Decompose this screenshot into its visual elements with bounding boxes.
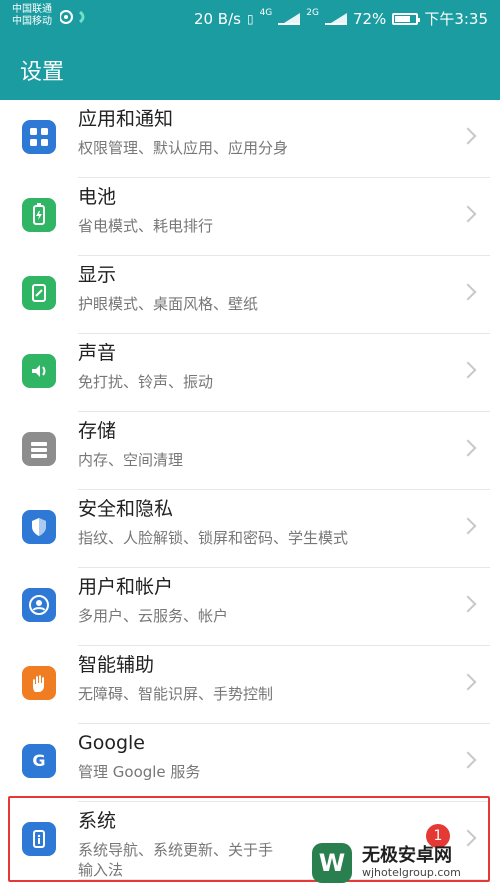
settings-item[interactable]: 用户和帐户多用户、云服务、帐户: [0, 568, 500, 646]
settings-item[interactable]: 显示护眼模式、桌面风格、壁纸: [0, 256, 500, 334]
watermark-title: 无极安卓网: [362, 845, 452, 866]
settings-item[interactable]: 安全和隐私指纹、人脸解锁、锁屏和密码、学生模式: [0, 490, 500, 568]
chevron-right-icon: [459, 595, 477, 613]
settings-item-title: 声音: [78, 342, 117, 364]
signal-2-icon: [324, 12, 347, 25]
page-title: 设置: [20, 60, 65, 85]
watermark: W 无极安卓网 wjhotelgroup.com: [312, 840, 496, 886]
battery-percent: 72%: [352, 9, 387, 28]
settings-item-title: 应用和通知: [78, 108, 174, 130]
chevron-right-icon: [459, 283, 477, 301]
google-icon: G: [22, 744, 56, 778]
settings-item-title: 显示: [78, 264, 117, 286]
settings-item[interactable]: 电池省电模式、耗电排行: [0, 178, 500, 256]
settings-item-texts: 显示护眼模式、桌面风格、壁纸: [78, 262, 438, 314]
settings-item[interactable]: 应用和通知权限管理、默认应用、应用分身: [0, 100, 500, 178]
status-right: 20 B/s ▯ 4G 2G 72% 下午3:35: [194, 8, 488, 29]
settings-item-texts: 安全和隐私指纹、人脸解锁、锁屏和密码、学生模式: [78, 496, 438, 548]
settings-item-subtitle: 无障碍、智能识屏、手势控制: [78, 685, 274, 703]
battery-fill: [395, 15, 410, 22]
settings-item[interactable]: 存储 内存、空间清理: [0, 412, 500, 490]
settings-item-texts: Google 管理 Google 服务: [78, 730, 438, 782]
settings-item-subtitle: 免打扰、铃声、振动: [78, 373, 214, 391]
settings-item-title: Google: [78, 732, 146, 754]
settings-item[interactable]: 声音免打扰、铃声、振动: [0, 334, 500, 412]
settings-item-texts: 声音免打扰、铃声、振动: [78, 340, 438, 392]
settings-item-title: 存储: [78, 420, 117, 442]
clock: 下午3:35: [424, 10, 488, 28]
settings-item-texts: 存储 内存、空间清理: [78, 418, 438, 470]
settings-item-subtitle: 多用户、云服务、帐户: [78, 607, 229, 625]
user-icon: [22, 588, 56, 622]
chevron-right-icon: [459, 751, 477, 769]
chevron-right-icon: [459, 127, 477, 145]
settings-item-subtitle: 省电模式、耗电排行: [78, 217, 214, 235]
shield-icon: [22, 510, 56, 544]
settings-item-title: 电池: [78, 186, 117, 208]
settings-item-texts: 智能辅助无障碍、智能识屏、手势控制: [78, 652, 438, 704]
top-app-bar: 中国联通 中国移动 20 B/s ▯ 4G 2G 72% 下午3:35 设置: [0, 0, 500, 100]
battery-icon: [392, 12, 421, 25]
signal-2-label: 2G: [306, 7, 319, 18]
settings-item[interactable]: 智能辅助无障碍、智能识屏、手势控制: [0, 646, 500, 724]
settings-item-texts: 用户和帐户多用户、云服务、帐户: [78, 574, 438, 626]
settings-item-subtitle: 内存、空间清理: [78, 451, 184, 469]
carrier-1: 中国联通: [12, 4, 52, 15]
hand-icon: [22, 666, 56, 700]
settings-item-subtitle: 护眼模式、桌面风格、壁纸: [78, 295, 259, 313]
chevron-right-icon: [459, 361, 477, 379]
status-icons: [60, 10, 85, 24]
settings-list: 应用和通知权限管理、默认应用、应用分身电池省电模式、耗电排行显示护眼模式、桌面风…: [0, 100, 500, 880]
battery-icon: [22, 198, 56, 232]
status-bar: 中国联通 中国移动 20 B/s ▯ 4G 2G 72% 下午3:35: [0, 0, 500, 36]
chevron-right-icon: [459, 205, 477, 223]
carrier-info: 中国联通 中国移动: [12, 4, 52, 28]
svg-text:G: G: [32, 751, 45, 770]
watermark-text: 无极安卓网 wjhotelgroup.com: [362, 846, 461, 880]
watermark-logo: W: [312, 843, 352, 883]
vibrate-icon: ▯: [246, 11, 254, 26]
display-icon: [22, 276, 56, 310]
sound-icon: [22, 354, 56, 388]
chevron-right-icon: [459, 439, 477, 457]
watermark-url: wjhotelgroup.com: [362, 866, 461, 879]
settings-item-subtitle: 权限管理、默认应用、应用分身: [78, 139, 289, 157]
settings-item[interactable]: G Google 管理 Google 服务: [0, 724, 500, 802]
settings-item-title: 安全和隐私: [78, 498, 174, 520]
settings-item-title: 用户和帐户: [78, 576, 174, 598]
settings-item-subtitle: 指纹、人脸解锁、锁屏和密码、学生模式: [78, 529, 349, 547]
chevron-right-icon: [459, 517, 477, 535]
apps-grid-icon: [22, 120, 56, 154]
chevron-right-icon: [459, 673, 477, 691]
signal-1-icon: [278, 12, 301, 25]
settings-item-subtitle: 管理 Google 服务: [78, 763, 201, 781]
settings-item-texts: 应用和通知权限管理、默认应用、应用分身: [78, 106, 438, 158]
signal-1-label: 4G: [259, 7, 273, 18]
network-speed: 20 B/s: [193, 9, 241, 28]
settings-item-title: 智能辅助: [78, 654, 155, 676]
settings-item-texts: 电池省电模式、耗电排行: [78, 184, 438, 236]
storage-icon: [22, 432, 56, 466]
carrier-2: 中国移动: [12, 16, 52, 27]
